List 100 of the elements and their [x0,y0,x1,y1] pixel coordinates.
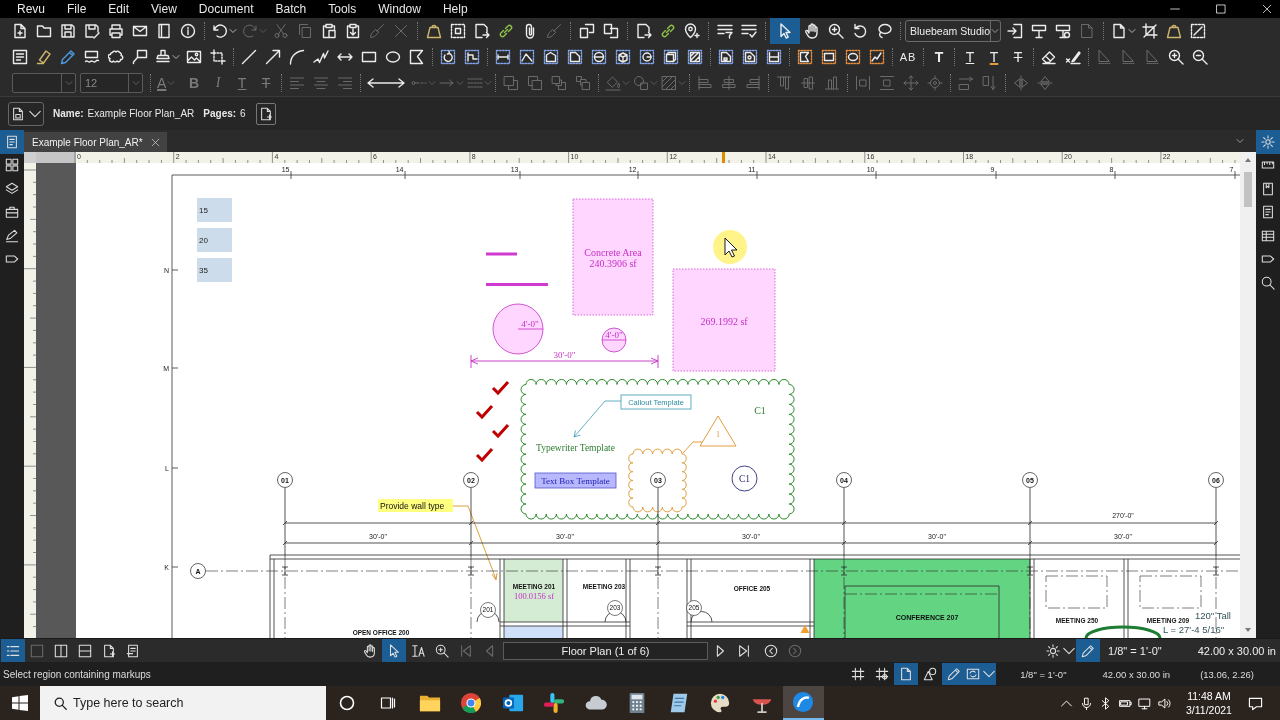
studio-dropdown[interactable]: Bluebeam Studio [905,20,1001,42]
pointer-tool-button[interactable] [382,639,406,662]
cutout-area-icon [718,49,734,65]
pointer-tool-button[interactable] [770,18,800,44]
vertical-scrollbar[interactable] [1240,152,1256,638]
menu-item[interactable]: Help [431,0,479,18]
link-icon [498,23,514,39]
bookmark-page-icon [1261,181,1275,196]
resize-width-icon [958,75,974,91]
line-markup [486,252,517,256]
strikethrough-button[interactable]: T [1006,45,1030,69]
square-icon [30,643,44,658]
highlight-text-button[interactable]: T [982,45,1006,69]
align-top-edge-icon [776,75,792,91]
grid-icon [851,667,866,681]
pen-icon [1081,643,1096,658]
rotation-measure-icon [440,49,456,65]
snap-grid-icon [875,667,890,681]
monitor-icon[interactable] [1138,696,1152,710]
document-list-tab[interactable] [0,130,24,154]
sync-box-icon [966,667,981,681]
document-tab[interactable]: Example Floor Plan_AR* [24,132,167,152]
menu-item[interactable]: Document [187,0,265,18]
hand-icon [804,23,820,39]
palette-icon [709,692,732,714]
document-menu-button[interactable] [8,101,44,126]
link-icon [660,23,676,39]
speaker-icon[interactable] [1157,696,1171,710]
taskbar-app-button[interactable] [782,686,824,720]
triangle-icon [1120,49,1136,65]
cursor-icon [713,230,747,264]
document-arrow-icon [636,23,652,39]
scrollbar-thumb[interactable] [1244,172,1252,207]
overlapping-squares-icon [503,75,519,91]
brush-icon [546,23,562,39]
menu-item[interactable]: Batch [264,0,318,18]
menu-item[interactable]: Revu [6,0,56,18]
page-field[interactable]: Floor Plan (1 of 6) [503,641,708,660]
page-lines-icon [126,643,140,658]
menu-item[interactable]: Edit [97,0,141,18]
highlighter-icon [36,49,52,65]
pen-tool-icon [5,228,19,243]
document-button[interactable] [894,663,919,685]
line-icon [241,49,257,65]
image-icon [186,49,202,65]
search-field[interactable]: Type here to search [40,686,326,720]
scale-text: 1/8" = 1'-0" [1020,668,1067,680]
skip-first-icon [459,643,473,658]
document-list-icon [1261,205,1275,220]
align-bottom-edge-icon [824,75,840,91]
cutout-area-icon [742,49,758,65]
caret-icon [1128,27,1136,35]
hatched-area-icon [687,49,703,65]
info-icon [180,23,196,39]
crop-icon [1142,23,1158,39]
sync-box-button[interactable] [966,663,997,685]
polylength-measure-icon [519,49,535,65]
replace-text-button[interactable]: AB [896,45,920,69]
menu-item[interactable]: Tools [317,0,368,18]
menu-item[interactable]: File [56,0,98,18]
markup-label: C1 [754,405,766,416]
polygon-icon [409,49,425,65]
overlapping-squares-icon [527,75,543,91]
align-center-icon [313,75,329,91]
envelope-icon [132,23,148,39]
text-cursor-icon [411,643,425,658]
list-button[interactable] [1,639,25,662]
hatch-pattern-icon [661,75,677,91]
page-count: 6 [240,108,246,119]
arrow-icon [265,49,281,65]
ellipse-sketch-icon [845,49,861,65]
arc-icon [289,49,305,65]
pointer-icon [387,643,401,658]
new-document-icon [12,23,28,39]
ellipse-icon [385,49,401,65]
presentation-icon [1031,23,1047,39]
underline-button[interactable]: T [958,45,982,69]
name-label: Name: [53,108,84,119]
thumbnails-icon [5,158,19,173]
caret-up-icon [1244,156,1252,164]
close-tab-button[interactable] [149,136,162,148]
clipboard-icon [345,23,361,39]
maximize-icon [1216,4,1226,14]
weight-icon [426,23,442,39]
pen-icon [60,49,76,65]
document-list-icon [5,134,19,149]
overlapping-squares-icon [575,75,591,91]
presentation-icon [1055,23,1071,39]
pen-button[interactable] [942,663,967,685]
rectangle-icon [361,49,377,65]
menu-item[interactable]: View [140,0,188,18]
new-page-button[interactable] [255,102,276,125]
microphone-icon[interactable] [1079,696,1093,710]
menu-item[interactable]: Window [367,0,432,18]
check-mark-icon [491,424,510,439]
pen-button[interactable] [1076,639,1101,662]
polyline-sketch-icon [869,49,885,65]
quantity-label: 15 [197,198,232,222]
mail-app-icon [501,692,524,714]
text-markup-button[interactable]: T [927,45,951,69]
